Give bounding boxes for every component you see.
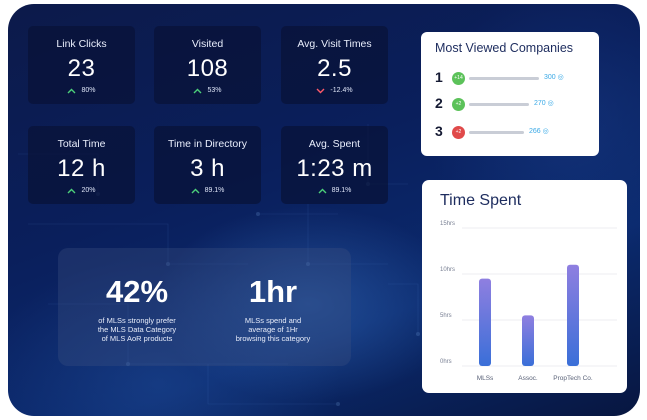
stat-change: -12.4% (281, 87, 388, 94)
company-badge: +14 (452, 72, 465, 85)
stat-card: Avg. Visit Times 2.5 -12.4% (281, 26, 388, 104)
insight-time-spent: 1hr MLSs spend and average of 1Hr browsi… (208, 274, 338, 343)
company-value: 266 ◎ (529, 128, 549, 135)
stat-value: 23 (67, 55, 96, 82)
y-tick-label: 15hrs (440, 221, 455, 227)
x-tick-label: PropTech Co. (553, 375, 593, 382)
stat-change: 53% (154, 87, 261, 94)
company-value: 270 ◎ (534, 100, 554, 107)
insight-line: of MLSs strongly prefer (98, 316, 176, 325)
stat-change-value: 53% (207, 87, 222, 94)
company-row: 1 +14 300 ◎ (435, 69, 595, 86)
stat-value: 3 h (190, 155, 225, 182)
stat-card: Total Time 12 h 20% (28, 126, 135, 204)
stat-label: Avg. Spent (308, 138, 361, 150)
stat-value: 12 h (57, 155, 106, 182)
stat-card: Visited 108 53% (154, 26, 261, 104)
x-tick-label: Assoc. (518, 375, 538, 382)
insight-description: of MLSs strongly prefer the MLS Data Cat… (72, 316, 202, 343)
trend-up-icon (318, 188, 327, 193)
stat-change-value: 20% (81, 187, 96, 194)
company-rank: 3 (435, 123, 443, 139)
y-tick-label: 0hrs (440, 359, 452, 365)
stat-change: 20% (28, 187, 135, 194)
company-rank: 2 (435, 95, 443, 111)
stat-label: Total Time (57, 138, 106, 150)
stat-value: 1:23 m (296, 155, 373, 182)
y-tick-label: 10hrs (440, 267, 455, 273)
company-bar (469, 103, 529, 106)
stat-label: Link Clicks (56, 38, 107, 50)
company-badge: +2 (452, 98, 465, 111)
insight-line: MLSs spend and (244, 316, 302, 325)
bar (567, 264, 579, 366)
stat-change-value: 89.1% (204, 187, 225, 194)
trend-up-icon (191, 188, 200, 193)
stat-value: 2.5 (317, 55, 352, 82)
insight-description: MLSs spend and average of 1Hr browsing t… (208, 316, 338, 343)
dashboard-frame: Link Clicks 23 80% Visited 108 53% Avg. Visit … (0, 0, 647, 420)
insight-mls-preference: 42% of MLSs strongly prefer the MLS Data… (72, 274, 202, 343)
bar (522, 315, 534, 366)
time-spent-card: Time Spent 0hrs 5hrs 10hrs 15hrs MLSs Assoc. P… (422, 180, 627, 393)
stat-change: 89.1% (281, 187, 388, 194)
insight-line: of MLS AoR products (101, 334, 173, 343)
companies-title: Most Viewed Companies (435, 41, 574, 55)
company-badge: +2 (452, 126, 465, 139)
company-bar (469, 131, 524, 134)
insight-line: average of 1Hr (248, 325, 298, 334)
insight-number: 42% (105, 274, 169, 309)
stat-label: Visited (191, 38, 224, 50)
time-spent-chart: 0hrs 5hrs 10hrs 15hrs MLSs Assoc. PropTech Co. (440, 221, 617, 382)
stat-label: Avg. Visit Times (297, 38, 372, 50)
stat-change: 80% (28, 87, 135, 94)
company-bar (469, 77, 539, 80)
insight-number: 1hr (248, 274, 298, 309)
stat-label: Time in Directory (168, 138, 247, 150)
stat-value: 108 (186, 55, 229, 82)
stat-change-value: 89.1% (331, 187, 352, 194)
stat-change-value: 80% (81, 87, 96, 94)
company-rank: 1 (435, 69, 443, 85)
company-row: 3 +2 266 ◎ (435, 123, 595, 140)
insight-line: browsing this category (235, 334, 311, 343)
stat-card: Avg. Spent 1:23 m 89.1% (281, 126, 388, 204)
y-tick-label: 5hrs (440, 313, 452, 319)
company-value: 300 ◎ (544, 74, 564, 81)
stat-card: Time in Directory 3 h 89.1% (154, 126, 261, 204)
x-tick-label: MLSs (477, 375, 494, 382)
insight-line: the MLS Data Category (97, 325, 177, 334)
trend-up-icon (67, 88, 76, 93)
insight-panel: 42% of MLSs strongly prefer the MLS Data… (58, 248, 351, 366)
stat-change-value: -12.4% (330, 87, 353, 94)
most-viewed-companies-card: Most Viewed Companies 1 +14 300 ◎ 2 +2 270 ◎ 3… (421, 32, 599, 156)
trend-up-icon (193, 88, 202, 93)
company-row: 2 +2 270 ◎ (435, 95, 595, 112)
trend-up-icon (67, 188, 76, 193)
stat-card: Link Clicks 23 80% (28, 26, 135, 104)
bar (479, 278, 491, 366)
trend-down-icon (316, 88, 325, 93)
stat-change: 89.1% (154, 187, 261, 194)
